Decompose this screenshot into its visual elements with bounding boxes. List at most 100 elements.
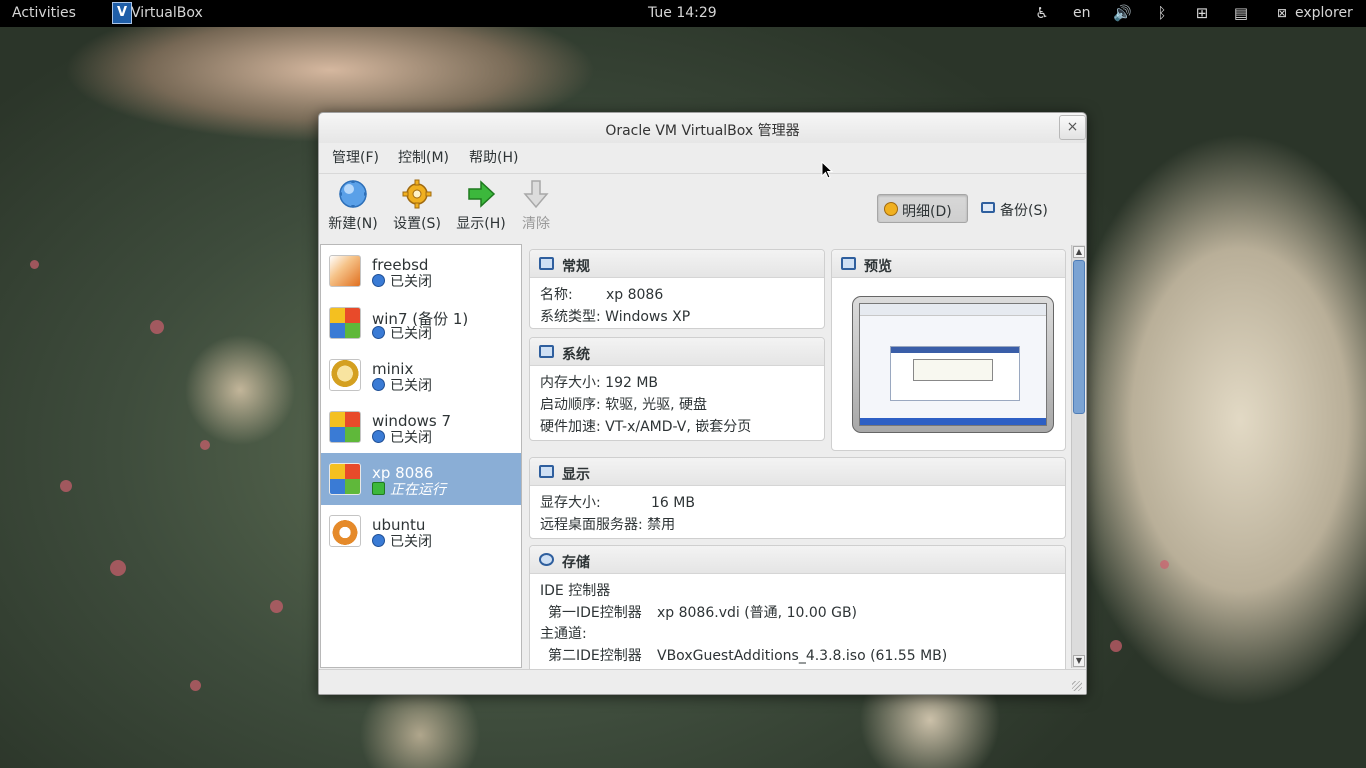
storage-header[interactable]: 存储 [530,546,1065,574]
preview-header[interactable]: 预览 [832,250,1065,278]
preview-screen-toolbar [860,304,1046,316]
wallpaper-flower [270,600,283,613]
top-panel: Activities V VirtualBox Tue 14:29 ♿ en 🔊… [0,0,1366,27]
network-icon[interactable]: ⊞ [1193,4,1211,22]
scroll-up-arrow[interactable]: ▲ [1073,246,1085,258]
preview-panel: 预览 [831,249,1066,451]
user-menu[interactable]: explorer [1295,5,1353,22]
freebsd-os-icon [329,255,361,287]
vm-state-label: 已关闭 [390,430,432,446]
details-view-button[interactable]: 明细(D) [877,194,968,223]
snapshots-view-button[interactable]: 备份(S) [979,194,1059,223]
wallpaper-flower [1110,640,1122,652]
vm-list-item-selected[interactable]: xp 8086 正在运行 [321,453,521,505]
memory-value: 192 MB [605,375,659,391]
show-button[interactable]: 显示(H) [455,179,507,233]
vm-list-item[interactable]: minix 已关闭 [321,349,521,401]
virtualbox-window: Oracle VM VirtualBox 管理器 × 管理(F) 控制(M) 帮… [318,112,1087,695]
wallpaper-flower [110,560,126,576]
resize-grip[interactable] [1072,681,1082,691]
status-bar [319,669,1086,694]
volume-icon[interactable]: 🔊 [1113,4,1132,22]
settings-button[interactable]: 设置(S) [392,179,442,233]
details-view-label: 明细(D) [902,204,952,220]
menu-help[interactable]: 帮助(H) [469,147,518,167]
clock[interactable]: Tue 14:29 [648,5,717,22]
acceleration-row: 硬件加速: VT-x/AMD-V, 嵌套分页 [540,416,751,436]
general-header-label: 常规 [562,259,590,275]
memory-label: 内存大小: [540,375,601,391]
vm-state: 已关闭 [372,375,432,395]
display-header[interactable]: 显示 [530,458,1065,486]
vm-list-item[interactable]: win7 (备份 1) 已关闭 [321,297,521,349]
vm-state: 已关闭 [372,323,432,343]
preview-screen-window-bar [891,347,1019,353]
monitor-icon [539,257,554,270]
vm-state-label: 已关闭 [390,534,432,550]
keyboard-layout[interactable]: en [1073,5,1091,22]
menu-control[interactable]: 控制(M) [398,147,449,167]
camera-icon [981,202,995,213]
preview-header-label: 预览 [864,259,892,275]
window-titlebar[interactable]: Oracle VM VirtualBox 管理器 × [319,113,1086,143]
scroll-thumb[interactable] [1073,260,1085,414]
close-button[interactable]: × [1059,115,1086,140]
system-header-label: 系统 [562,347,590,363]
os-value: Windows XP [605,309,691,325]
primary-ide-value: xp 8086.vdi (普通, 10.00 GB) [657,605,858,621]
activities-button[interactable]: Activities [12,5,76,22]
memory-row: 内存大小: 192 MB [540,372,658,392]
wallpaper-flower [30,260,39,269]
vm-list-item[interactable]: windows 7 已关闭 [321,401,521,453]
power-off-icon [372,326,385,339]
arrow-right-icon [468,180,496,208]
discard-button[interactable]: 清除 [519,179,553,233]
wallpaper-flower [190,680,201,691]
secondary-ide-row: 第二IDE控制器 VBoxGuestAdditions_4.3.8.iso (61… [548,645,947,665]
boot-order-row: 启动顺序: 软驱, 光驱, 硬盘 [540,394,707,414]
details-scrollbar[interactable]: ▲ ▼ [1071,245,1085,668]
arrow-down-icon [523,180,549,209]
preview-screen [852,296,1054,433]
wallpaper-flower [150,320,164,334]
menu-manage[interactable]: 管理(F) [332,147,379,167]
accessibility-icon[interactable]: ♿ [1033,4,1051,22]
remote-desktop-label: 远程桌面服务器: [540,517,643,533]
mouse-cursor-icon [821,161,833,179]
new-button[interactable]: 新建(N) [328,179,378,233]
app-menu[interactable]: VirtualBox [131,5,203,22]
general-header[interactable]: 常规 [530,250,824,278]
name-label: 名称: [540,287,573,303]
system-header[interactable]: 系统 [530,338,824,366]
secondary-ide-value: VBoxGuestAdditions_4.3.8.iso (61.55 MB) [657,648,948,664]
secondary-ide-label: 第二IDE控制器 [548,648,642,664]
vm-list-item[interactable]: freebsd 已关闭 [321,245,521,297]
video-memory-value: 16 MB [651,495,695,511]
settings-button-label: 设置(S) [393,216,441,232]
preview-screen-dialog [913,359,993,381]
video-memory-label: 显存大小: [540,495,601,511]
vm-list-item[interactable]: ubuntu 已关闭 [321,505,521,557]
vm-state-label: 已关闭 [390,378,432,394]
gear-icon [402,179,432,209]
window-title: Oracle VM VirtualBox 管理器 [605,123,800,139]
windows7-os-icon [329,411,361,443]
gear-icon [884,202,898,216]
ide-controller-row: IDE 控制器 [540,580,610,600]
scroll-down-arrow[interactable]: ▼ [1073,655,1085,667]
system-panel: 系统 内存大小: 192 MB 启动顺序: 软驱, 光驱, 硬盘 硬件加速: V… [529,337,825,441]
chip-icon [539,345,554,358]
vm-state-label: 已关闭 [390,326,432,342]
bluetooth-icon[interactable]: ᛒ [1153,4,1171,22]
primary-ide-label: 第一IDE控制器 [548,605,642,621]
preview-screen-window [890,346,1020,401]
vm-list: freebsd 已关闭 win7 (备份 1) 已关闭 minix 已关闭 wi… [320,244,522,668]
ubuntu-os-icon [329,515,361,547]
display-panel: 显示 显存大小: 16 MB 远程桌面服务器: 禁用 [529,457,1066,539]
discard-button-label: 清除 [522,216,550,232]
name-row: 名称: xp 8086 [540,284,663,304]
clipboard-icon[interactable]: ▤ [1232,4,1250,22]
show-button-label: 显示(H) [456,216,506,232]
monitor-icon [841,257,856,270]
primary-ide-row: 第一IDE控制器 xp 8086.vdi (普通, 10.00 GB) [548,602,857,622]
